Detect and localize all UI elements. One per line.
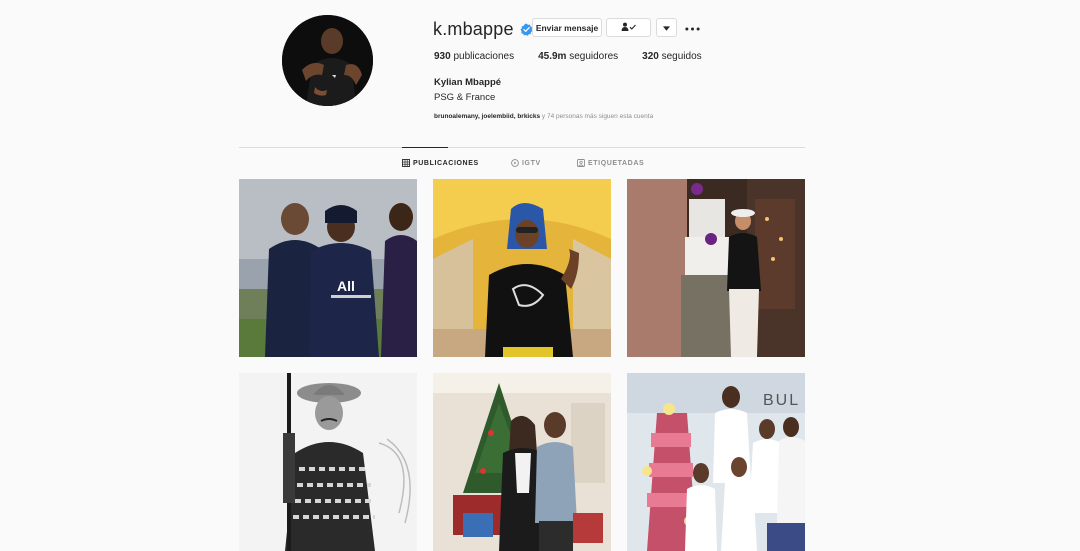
post-thumbnail[interactable]: All	[239, 179, 417, 357]
following-stat[interactable]: 320 seguidos	[642, 51, 702, 62]
post-thumbnail[interactable]	[627, 179, 805, 357]
followed-by[interactable]: brunoalemany, joelembiid, brkicks y 74 p…	[434, 113, 653, 120]
post-image: BUL	[627, 373, 805, 551]
following-count: 320	[642, 51, 659, 62]
username: k.mbappe	[433, 18, 514, 39]
followers-count: 45.9m	[538, 51, 567, 62]
tab-tagged-label: ETIQUETADAS	[588, 159, 645, 167]
profile-divider	[239, 147, 805, 148]
tab-tagged[interactable]: ETIQUETADAS	[577, 159, 644, 167]
grid-icon	[402, 159, 410, 167]
svg-text:All: All	[337, 278, 355, 294]
post-image	[239, 373, 417, 551]
following-label: seguidos	[661, 51, 702, 62]
posts-label: publicaciones	[453, 51, 515, 62]
suggestions-dropdown-button[interactable]	[656, 18, 677, 37]
username-row: k.mbappe	[433, 17, 533, 41]
send-message-button[interactable]: Enviar mensaje	[532, 18, 602, 37]
posts-count: 930	[434, 51, 451, 62]
tab-posts-label: PUBLICACIONES	[413, 159, 479, 167]
active-tab-indicator	[402, 147, 448, 148]
full-name: Kylian Mbappé	[434, 77, 502, 88]
svg-text:BUL: BUL	[763, 392, 800, 409]
profile-avatar[interactable]	[282, 15, 373, 106]
post-thumbnail[interactable]	[239, 373, 417, 551]
post-image	[433, 179, 611, 357]
post-image	[627, 179, 805, 357]
tab-posts[interactable]: PUBLICACIONES	[402, 159, 479, 167]
tagged-icon	[577, 159, 585, 167]
following-button[interactable]	[606, 18, 651, 37]
post-thumbnail[interactable]	[433, 179, 611, 357]
profile-stats: 930 publicaciones 45.9m seguidores 320 s…	[434, 51, 726, 62]
bio-text: PSG & France	[434, 92, 496, 103]
followers-stat[interactable]: 45.9m seguidores	[538, 51, 618, 62]
verified-badge-icon	[520, 23, 533, 36]
posts-stat: 930 publicaciones	[434, 51, 514, 62]
post-thumbnail[interactable]	[433, 373, 611, 551]
followed-by-names: brunoalemany, joelembiid, brkicks	[434, 113, 541, 120]
avatar-image	[282, 15, 373, 106]
tab-igtv-label: IGTV	[522, 159, 541, 167]
post-image: All	[239, 179, 417, 357]
tab-igtv[interactable]: IGTV	[511, 159, 541, 167]
caret-down-icon	[663, 23, 670, 33]
post-thumbnail[interactable]: BUL	[627, 373, 805, 551]
post-image	[433, 373, 611, 551]
profile-tabs: PUBLICACIONES IGTV ETIQUETADAS	[0, 159, 1080, 169]
followed-by-rest: y 74 personas más siguen esta cuenta	[540, 113, 654, 120]
followers-label: seguidores	[569, 51, 619, 62]
more-options-button[interactable]	[684, 20, 700, 34]
ellipsis-icon	[684, 18, 700, 36]
person-check-icon	[621, 22, 637, 34]
igtv-icon	[511, 159, 519, 167]
